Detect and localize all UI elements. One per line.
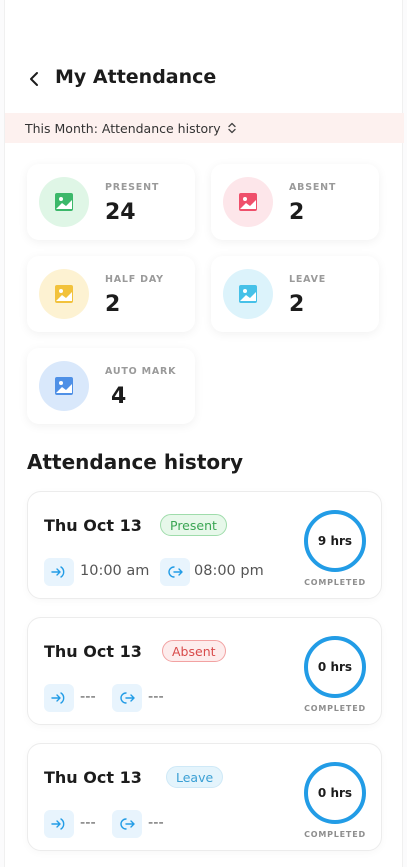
check-in-time: --- [80,689,96,705]
hours-value: 9 hrs [317,534,353,548]
stat-label: HALF DAY [105,274,164,285]
chevron-up-down-icon [227,122,237,134]
attendance-record[interactable]: Thu Oct 13 Present 10:00 am 08:00 pm 9 h… [27,491,382,599]
hours-ring: 0 hrs [304,636,366,698]
record-date: Thu Oct 13 [44,516,142,535]
check-out-time: --- [148,815,164,831]
stat-value: 4 [111,384,127,409]
completed-label: COMPLETED [304,704,366,713]
check-in-time: 10:00 am [80,563,150,579]
image-icon [39,269,89,319]
attendance-screen: My Attendance This Month: Attendance his… [4,0,404,867]
month-filter-label: This Month: Attendance history [25,120,221,136]
stat-value: 24 [105,200,136,225]
stat-value: 2 [289,200,305,225]
image-icon [223,269,273,319]
check-out-icon [112,684,142,712]
stat-value: 2 [289,292,305,317]
record-date: Thu Oct 13 [44,768,142,787]
stat-card-half-day[interactable]: HALF DAY 2 [27,256,195,332]
check-out-time: --- [148,689,164,705]
hours-value: 0 hrs [317,660,353,674]
check-in-icon [44,810,74,838]
month-filter[interactable]: This Month: Attendance history [5,113,404,143]
check-out-icon [112,810,142,838]
check-in-icon [44,558,74,586]
stat-label: ABSENT [289,182,337,193]
attendance-record[interactable]: Thu Oct 13 Absent --- --- 0 hrs COMPLETE… [27,617,382,725]
hours-ring: 0 hrs [304,762,366,824]
attendance-record[interactable]: Thu Oct 13 Leave --- --- 0 hrs COMPLETED [27,743,382,851]
status-badge: Absent [162,640,226,662]
completed-label: COMPLETED [304,578,366,587]
check-out-time: 08:00 pm [194,563,264,579]
stat-card-leave[interactable]: LEAVE 2 [211,256,379,332]
status-badge: Present [160,514,227,536]
completed-label: COMPLETED [304,830,366,839]
check-in-time: --- [80,815,96,831]
hours-ring: 9 hrs [304,510,366,572]
page-title: My Attendance [55,66,217,88]
stat-card-auto-mark[interactable]: AUTO MARK 4 [27,348,195,424]
app-header: My Attendance [5,62,404,96]
stat-label: LEAVE [289,274,327,285]
chevron-left-icon [30,72,38,86]
stat-value: 2 [105,292,121,317]
stat-card-present[interactable]: PRESENT 24 [27,164,195,240]
hours-value: 0 hrs [317,786,353,800]
stat-label: AUTO MARK [105,366,177,377]
check-in-icon [44,684,74,712]
image-icon [39,361,89,411]
image-icon [39,177,89,227]
image-icon [223,177,273,227]
section-title: Attendance history [27,450,244,474]
record-date: Thu Oct 13 [44,642,142,661]
stat-label: PRESENT [105,182,160,193]
back-button[interactable] [25,70,43,88]
check-out-icon [160,558,190,586]
status-badge: Leave [166,766,224,788]
stat-card-absent[interactable]: ABSENT 2 [211,164,379,240]
